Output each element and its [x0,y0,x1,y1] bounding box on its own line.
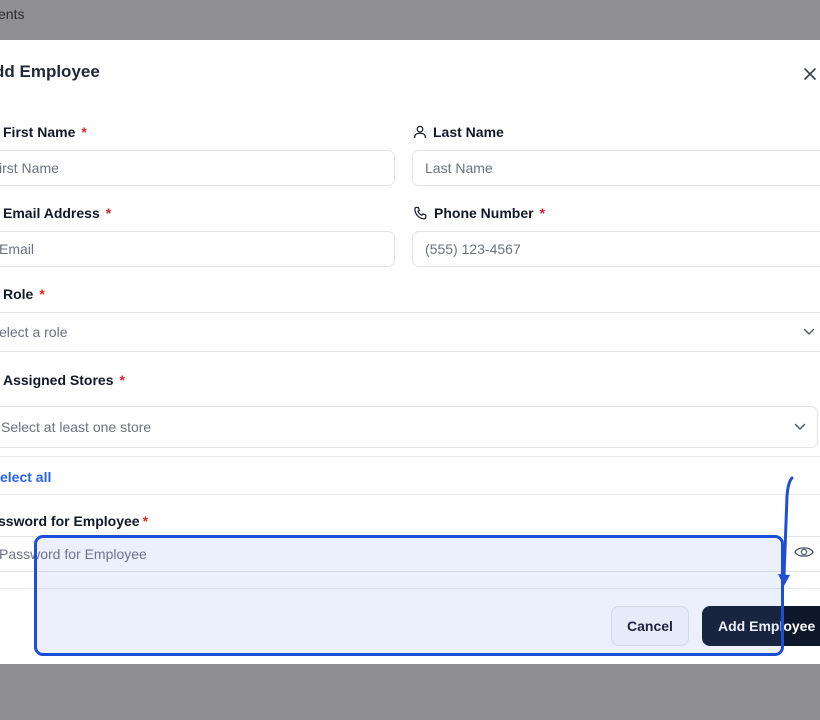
role-label: Role * [3,286,45,302]
cancel-button[interactable]: Cancel [611,606,689,646]
phone-label: Phone Number * [413,205,545,221]
divider [0,456,820,457]
password-input[interactable]: Password for Employee [0,536,820,572]
background-header: ents [0,0,820,40]
chevron-down-icon [803,328,815,335]
background-page-title: ents [0,6,25,22]
role-select[interactable]: elect a role [0,312,820,352]
assigned-stores-label: Assigned Stores * [3,372,125,388]
close-icon[interactable] [799,63,820,85]
first-name-label: First Name * [3,124,87,140]
footer-divider [0,588,820,589]
chevron-down-icon [794,423,806,430]
add-employee-button[interactable]: Add Employee [702,606,820,646]
divider [0,494,820,495]
last-name-label: Last Name [413,124,504,140]
email-input[interactable]: Email [0,231,395,267]
password-label: ssword for Employee * [0,513,149,529]
user-icon [413,125,427,139]
eye-icon[interactable] [794,545,814,559]
modal-title: dd Employee [0,62,100,81]
first-name-input[interactable]: irst Name [0,150,395,186]
phone-icon [414,206,427,220]
last-name-input[interactable]: Last Name [412,150,820,186]
stores-select[interactable]: Select at least one store [0,406,818,448]
email-label: Email Address * [3,205,112,221]
add-employee-modal: dd Employee First Name * irst Name Last … [0,40,820,664]
phone-input[interactable]: (555) 123-4567 [412,231,820,267]
select-all-link[interactable]: elect all [0,469,51,485]
